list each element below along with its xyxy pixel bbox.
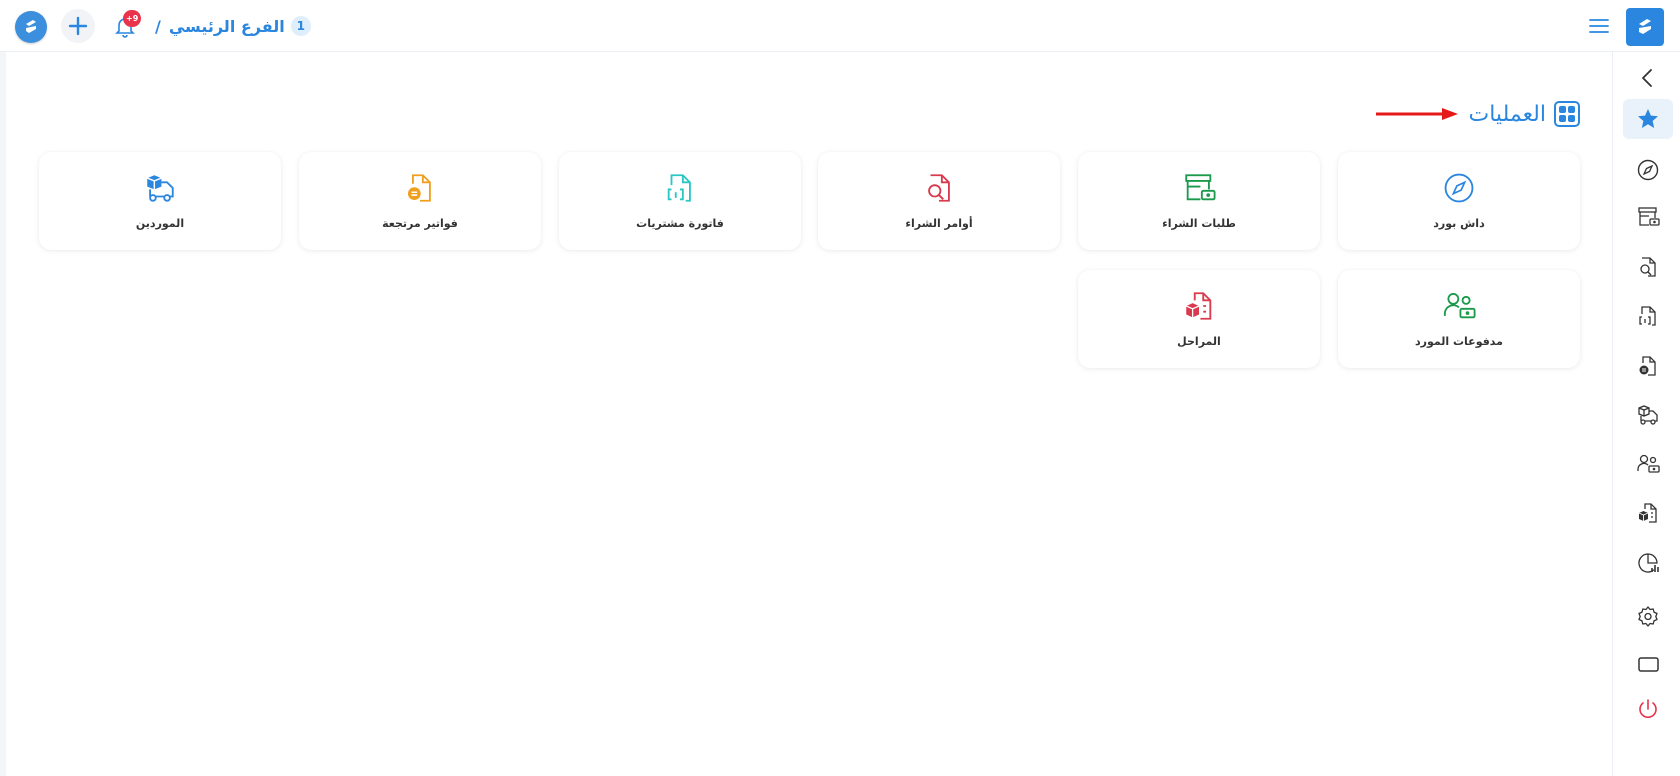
- gear-icon: [1638, 606, 1658, 627]
- truck-box-icon: [140, 168, 180, 208]
- breadcrumb[interactable]: 1 الفرع الرئيسي /: [155, 14, 311, 38]
- card-purchase-requests[interactable]: طلبات الشراء: [1078, 152, 1320, 250]
- store-cash-icon: [1179, 168, 1219, 208]
- card-label: فواتير مرتجعة: [382, 217, 458, 230]
- card-supplier-payments[interactable]: مدفوعات المورد: [1338, 270, 1580, 368]
- sidebar-item-logout[interactable]: [1623, 689, 1673, 729]
- user-avatar[interactable]: [15, 11, 47, 43]
- app-logo[interactable]: [1626, 8, 1664, 46]
- file-return-icon: [400, 168, 440, 208]
- sidebar-item-supplier-payments[interactable]: [1623, 444, 1673, 484]
- file-code-icon: [660, 168, 700, 208]
- card-stages[interactable]: المراحل: [1078, 270, 1320, 368]
- branch-number: 1: [290, 16, 311, 36]
- sidebar-item-favorites[interactable]: [1623, 99, 1673, 139]
- card-label: مدفوعات المورد: [1415, 335, 1503, 348]
- branch-name: الفرع الرئيسي: [168, 16, 285, 36]
- sidebar-item-reports[interactable]: [1623, 543, 1673, 583]
- breadcrumb-separator: /: [155, 16, 161, 36]
- card-purchase-invoice[interactable]: فاتورة مشتريات: [559, 152, 801, 250]
- section-title: العمليات: [1468, 101, 1546, 127]
- store-cash-icon: [1638, 207, 1660, 226]
- sidebar-item-purchase-orders[interactable]: [1623, 247, 1673, 287]
- hamburger-menu-icon[interactable]: [1588, 16, 1610, 36]
- left-edge: [0, 52, 6, 776]
- grid-icon: [1554, 101, 1580, 127]
- card-label: أوامر الشراء: [905, 217, 973, 230]
- card-label: فاتورة مشتريات: [636, 217, 724, 230]
- power-icon: [1639, 699, 1657, 718]
- sidebar-item-suppliers[interactable]: [1623, 395, 1673, 435]
- add-button[interactable]: [61, 9, 95, 43]
- compass-icon: [1637, 159, 1659, 181]
- card-label: طلبات الشراء: [1162, 217, 1236, 230]
- users-cash-icon: [1439, 286, 1479, 326]
- sidebar-item-return-invoices[interactable]: [1623, 346, 1673, 386]
- section-header: العمليات: [1360, 98, 1580, 130]
- notification-badge: +9: [123, 10, 142, 27]
- sidebar-item-screen[interactable]: [1623, 644, 1673, 684]
- users-cash-icon: [1637, 454, 1660, 473]
- sidebar-item-purchase-requests[interactable]: [1623, 197, 1673, 237]
- sidebar-item-settings[interactable]: [1623, 597, 1673, 637]
- sidebar: [1612, 52, 1680, 776]
- card-return-invoices[interactable]: فواتير مرتجعة: [299, 152, 541, 250]
- card-suppliers[interactable]: الموردين: [39, 152, 281, 250]
- card-label: داش بورد: [1433, 217, 1485, 230]
- plus-icon: [68, 16, 88, 36]
- sidebar-item-stages[interactable]: [1623, 493, 1673, 533]
- app-logo-icon: [1639, 19, 1651, 34]
- sidebar-item-dashboard[interactable]: [1623, 150, 1673, 190]
- file-search-icon: [919, 168, 959, 208]
- star-icon: [1638, 109, 1658, 128]
- card-purchase-orders[interactable]: أوامر الشراء: [818, 152, 1060, 250]
- sidebar-collapse-button[interactable]: [1623, 58, 1673, 98]
- chevron-left-icon: [1642, 69, 1652, 87]
- file-box-icon: [1179, 286, 1219, 326]
- file-search-icon: [1640, 257, 1656, 277]
- card-dashboard[interactable]: داش بورد: [1338, 152, 1580, 250]
- avatar-logo-icon: [26, 20, 36, 33]
- truck-box-icon: [1638, 405, 1658, 425]
- file-return-icon: [1639, 356, 1656, 376]
- file-box-icon: [1638, 503, 1657, 523]
- sidebar-item-purchase-invoice[interactable]: [1623, 296, 1673, 336]
- screen-icon: [1638, 657, 1659, 672]
- top-bar: +9 1 الفرع الرئيسي /: [0, 0, 1680, 52]
- compass-icon: [1439, 168, 1479, 208]
- file-code-icon: [1639, 306, 1656, 326]
- chart-icon: [1638, 553, 1659, 573]
- card-label: الموردين: [135, 217, 185, 230]
- card-label: المراحل: [1177, 335, 1221, 348]
